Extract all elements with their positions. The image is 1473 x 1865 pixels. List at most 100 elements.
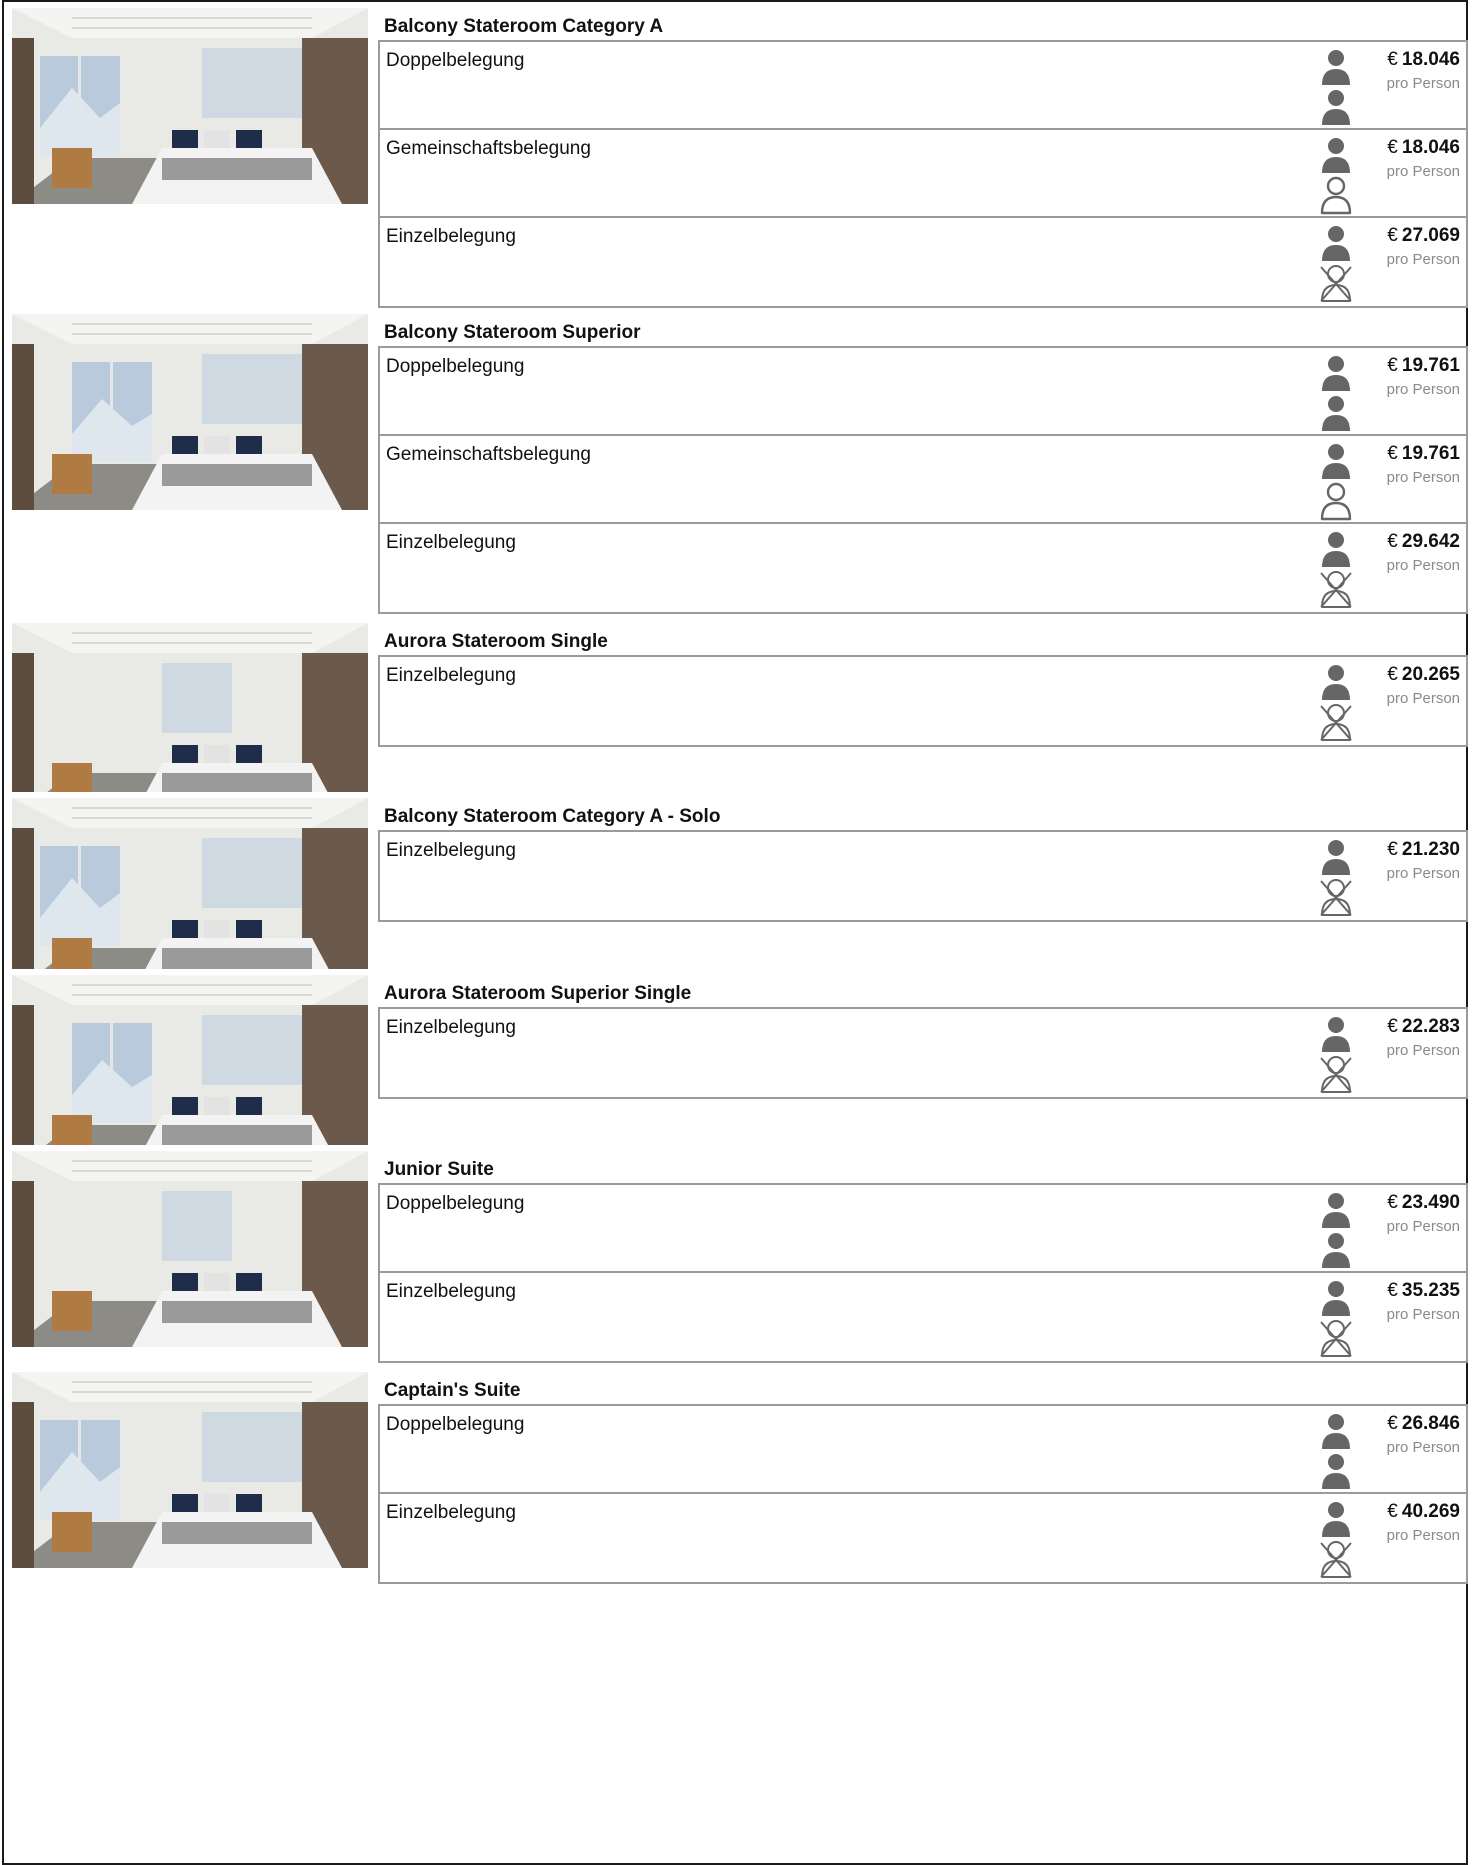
no-person-icon [1316, 702, 1356, 742]
price-unit: pro Person [1386, 1218, 1460, 1235]
price-amount: 27.069 [1401, 225, 1460, 246]
no-person-icon [1316, 1054, 1356, 1094]
price-amount: 35.235 [1401, 1280, 1460, 1301]
cabin-title: Balcony Stateroom Category A - Solo [384, 806, 721, 827]
occupancy-icons [1316, 223, 1356, 305]
price-unit: pro Person [1386, 1439, 1460, 1456]
price-unit: pro Person [1386, 690, 1460, 707]
cabin-photo[interactable] [12, 8, 368, 204]
occupancy-label: Einzelbelegung [386, 840, 516, 861]
no-person-icon [1316, 1539, 1356, 1579]
cabin-photo[interactable] [12, 314, 368, 510]
occupancy-option[interactable]: Gemeinschaftsbelegung €18.046 pro Person [378, 128, 1468, 220]
price-amount: 21.230 [1401, 839, 1460, 860]
no-person-icon [1316, 1318, 1356, 1358]
cabin-photo[interactable] [12, 1151, 368, 1347]
price-block: €19.761 pro Person [1387, 355, 1460, 398]
price: €26.846 [1387, 1413, 1460, 1435]
person-outline-icon [1316, 175, 1356, 215]
price: €19.761 [1387, 355, 1460, 377]
person-icon [1316, 393, 1356, 433]
occupancy-icons [1316, 529, 1356, 611]
occupancy-option[interactable]: Einzelbelegung €40.269 pro Person [378, 1492, 1468, 1584]
price: €18.046 [1387, 137, 1460, 159]
price-amount: 29.642 [1401, 531, 1460, 552]
occupancy-option[interactable]: Doppelbelegung €23.490 pro Person [378, 1183, 1468, 1275]
price-amount: 19.761 [1401, 355, 1460, 376]
occupancy-icons [1316, 837, 1356, 919]
person-icon [1316, 1278, 1356, 1318]
price-block: €29.642 pro Person [1387, 531, 1460, 574]
price-unit: pro Person [1386, 469, 1460, 486]
occupancy-option[interactable]: Einzelbelegung €22.283 pro Person [378, 1007, 1468, 1099]
cabin-title: Junior Suite [384, 1159, 494, 1180]
occupancy-option[interactable]: Einzelbelegung €29.642 pro Person [378, 522, 1468, 614]
currency-symbol: € [1387, 225, 1398, 246]
occupancy-option[interactable]: Doppelbelegung €19.761 pro Person [378, 346, 1468, 438]
person-icon [1316, 353, 1356, 393]
cabin-card: Balcony Stateroom Category A Doppelbelegu… [2, 0, 1468, 310]
occupancy-label: Einzelbelegung [386, 1281, 516, 1302]
cabin-card: Balcony Stateroom Superior Doppelbelegung… [2, 308, 1468, 619]
cabin-card: Junior Suite Doppelbelegung €23.490 pro Per… [2, 1145, 1468, 1368]
person-outline-icon [1316, 481, 1356, 521]
price: €23.490 [1387, 1192, 1460, 1214]
occupancy-icons [1316, 1190, 1356, 1272]
cabin-photo[interactable] [12, 798, 368, 994]
currency-symbol: € [1387, 664, 1398, 685]
no-person-icon [1316, 263, 1356, 303]
person-icon [1316, 662, 1356, 702]
occupancy-option[interactable]: Einzelbelegung €20.265 pro Person [378, 655, 1468, 747]
price-block: €26.846 pro Person [1387, 1413, 1460, 1456]
price-block: €23.490 pro Person [1387, 1192, 1460, 1235]
occupancy-label: Doppelbelegung [386, 1193, 525, 1214]
cabin-photo[interactable] [12, 623, 368, 819]
price-block: €18.046 pro Person [1387, 137, 1460, 180]
price: €27.069 [1387, 225, 1460, 247]
occupancy-option[interactable]: Gemeinschaftsbelegung €19.761 pro Person [378, 434, 1468, 526]
occupancy-label: Einzelbelegung [386, 1502, 516, 1523]
price-block: €27.069 pro Person [1387, 225, 1460, 268]
price-amount: 20.265 [1401, 664, 1460, 685]
currency-symbol: € [1387, 443, 1398, 464]
occupancy-option[interactable]: Einzelbelegung €27.069 pro Person [378, 216, 1468, 308]
currency-symbol: € [1387, 1280, 1398, 1301]
price: €35.235 [1387, 1280, 1460, 1302]
currency-symbol: € [1387, 839, 1398, 860]
cabin-title: Aurora Stateroom Single [384, 631, 608, 652]
cabin-title: Balcony Stateroom Category A [384, 16, 664, 37]
price-unit: pro Person [1386, 163, 1460, 180]
occupancy-icons [1316, 1499, 1356, 1581]
occupancy-label: Einzelbelegung [386, 226, 516, 247]
occupancy-label: Einzelbelegung [386, 532, 516, 553]
occupancy-option[interactable]: Einzelbelegung €35.235 pro Person [378, 1271, 1468, 1363]
price: €40.269 [1387, 1501, 1460, 1523]
person-icon [1316, 1230, 1356, 1270]
occupancy-option[interactable]: Doppelbelegung €26.846 pro Person [378, 1404, 1468, 1496]
occupancy-label: Doppelbelegung [386, 1414, 525, 1435]
price-unit: pro Person [1386, 251, 1460, 268]
price-unit: pro Person [1386, 865, 1460, 882]
price-block: €18.046 pro Person [1387, 49, 1460, 92]
no-person-icon [1316, 569, 1356, 609]
person-icon [1316, 1411, 1356, 1451]
price: €29.642 [1387, 531, 1460, 553]
occupancy-icons [1316, 1014, 1356, 1096]
currency-symbol: € [1387, 1192, 1398, 1213]
price-block: €40.269 pro Person [1387, 1501, 1460, 1544]
cabin-title: Aurora Stateroom Superior Single [384, 983, 692, 1004]
occupancy-option[interactable]: Doppelbelegung €18.046 pro Person [378, 40, 1468, 132]
cabin-photo[interactable] [12, 1372, 368, 1568]
person-icon [1316, 223, 1356, 263]
occupancy-option[interactable]: Einzelbelegung €21.230 pro Person [378, 830, 1468, 922]
person-icon [1316, 441, 1356, 481]
occupancy-icons [1316, 47, 1356, 129]
price: €22.283 [1387, 1016, 1460, 1038]
price-unit: pro Person [1386, 1306, 1460, 1323]
cabin-photo[interactable] [12, 975, 368, 1171]
cabin-card: Balcony Stateroom Category A - Solo Einze… [2, 792, 1468, 994]
price-amount: 40.269 [1401, 1501, 1460, 1522]
currency-symbol: € [1387, 531, 1398, 552]
occupancy-label: Gemeinschaftsbelegung [386, 138, 591, 159]
price-unit: pro Person [1386, 75, 1460, 92]
